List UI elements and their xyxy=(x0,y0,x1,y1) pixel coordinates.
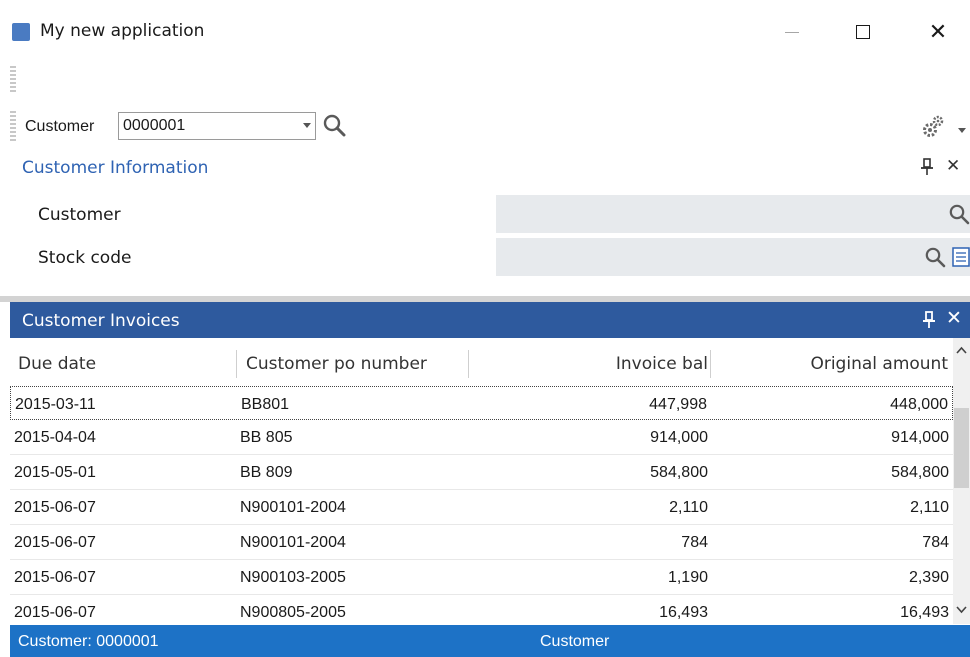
cell-po-number: N900103-2005 xyxy=(240,569,346,586)
stock-code-field-label: Stock code xyxy=(38,248,132,268)
close-button[interactable]: ✕ xyxy=(910,0,966,64)
maximize-button[interactable] xyxy=(835,0,891,64)
cell-po-number: N900805-2005 xyxy=(240,604,346,621)
search-icon[interactable] xyxy=(322,113,348,139)
cell-po-number: BB 805 xyxy=(240,429,293,446)
column-header-original-amount[interactable]: Original amount xyxy=(810,354,948,374)
search-icon[interactable] xyxy=(948,203,970,225)
invoice-grid-body: 2015-03-11 BB801 447,998 448,000 2015-04… xyxy=(10,386,953,630)
toolbar-grip[interactable] xyxy=(10,111,16,141)
cell-due-date: 2015-03-11 xyxy=(15,396,96,413)
vertical-scrollbar[interactable] xyxy=(953,338,970,624)
cell-invoice-bal: 784 xyxy=(681,534,708,551)
status-customer: Customer: 0000001 xyxy=(18,633,159,650)
cell-due-date: 2015-04-04 xyxy=(14,429,96,446)
cell-due-date: 2015-06-07 xyxy=(14,569,96,586)
column-divider[interactable] xyxy=(710,350,711,378)
scrollbar-thumb[interactable] xyxy=(954,408,969,488)
cell-invoice-bal: 914,000 xyxy=(650,429,708,446)
chevron-down-icon[interactable] xyxy=(303,123,311,128)
table-row[interactable]: 2015-05-01 BB 809 584,800 584,800 xyxy=(10,455,953,490)
cell-due-date: 2015-06-07 xyxy=(14,604,96,621)
column-divider[interactable] xyxy=(236,350,237,378)
table-row[interactable]: 2015-06-07 N900103-2005 1,190 2,390 xyxy=(10,560,953,595)
pin-icon[interactable] xyxy=(920,158,934,176)
cell-original-amount: 448,000 xyxy=(890,396,948,413)
settings-button[interactable] xyxy=(918,113,968,141)
cell-invoice-bal: 16,493 xyxy=(659,604,708,621)
cell-original-amount: 784 xyxy=(922,534,949,551)
customer-field-label: Customer xyxy=(38,205,121,225)
cell-invoice-bal: 2,110 xyxy=(669,499,708,516)
search-icon[interactable] xyxy=(924,246,946,268)
table-row[interactable]: 2015-04-04 BB 805 914,000 914,000 xyxy=(10,420,953,455)
gear-icon xyxy=(923,115,944,137)
close-icon: ✕ xyxy=(928,19,948,45)
app-icon xyxy=(12,23,30,41)
invoice-grid-header: Due date Customer po number Invoice bal … xyxy=(10,338,970,386)
customer-invoices-header: Customer Invoices ✕ xyxy=(10,302,970,338)
cell-original-amount: 584,800 xyxy=(891,464,949,481)
customer-input[interactable] xyxy=(119,113,287,139)
cell-po-number: BB801 xyxy=(241,396,290,413)
window-title: My new application xyxy=(40,21,205,41)
minimize-button[interactable] xyxy=(764,0,820,64)
close-icon[interactable]: ✕ xyxy=(946,307,962,329)
toolbar-grip[interactable] xyxy=(10,66,16,92)
cell-original-amount: 2,110 xyxy=(910,499,949,516)
stock-code-field[interactable] xyxy=(496,238,970,276)
cell-due-date: 2015-06-07 xyxy=(14,534,96,551)
cell-po-number: N900101-2004 xyxy=(240,499,346,516)
customer-selector-label: Customer xyxy=(25,118,95,135)
customer-invoices-title: Customer Invoices xyxy=(22,311,180,331)
status-bar: Customer: 0000001 Customer xyxy=(10,625,970,657)
customer-field[interactable] xyxy=(496,195,970,233)
column-divider[interactable] xyxy=(468,350,469,378)
cell-po-number: N900101-2004 xyxy=(240,534,346,551)
chevron-down-icon[interactable] xyxy=(956,606,967,614)
status-context: Customer xyxy=(540,633,610,650)
table-row[interactable]: 2015-06-07 N900101-2004 784 784 xyxy=(10,525,953,560)
customer-combobox[interactable] xyxy=(118,112,316,140)
customer-information-title: Customer Information xyxy=(22,158,209,178)
cell-original-amount: 2,390 xyxy=(908,569,949,586)
pin-icon[interactable] xyxy=(922,311,936,329)
cell-invoice-bal: 584,800 xyxy=(650,464,708,481)
cell-invoice-bal: 447,998 xyxy=(649,396,707,413)
chevron-down-icon xyxy=(958,128,966,133)
window-titlebar[interactable]: My new application ✕ xyxy=(0,0,970,64)
minimize-icon xyxy=(785,31,799,33)
column-header-due-date[interactable]: Due date xyxy=(18,354,96,374)
cell-invoice-bal: 1,190 xyxy=(667,569,708,586)
column-header-po-number[interactable]: Customer po number xyxy=(246,354,427,374)
chevron-up-icon[interactable] xyxy=(956,346,967,354)
cell-due-date: 2015-05-01 xyxy=(14,464,96,481)
cell-po-number: BB 809 xyxy=(240,464,293,481)
table-row[interactable]: 2015-06-07 N900101-2004 2,110 2,110 xyxy=(10,490,953,525)
close-icon[interactable]: ✕ xyxy=(946,156,960,176)
cell-original-amount: 914,000 xyxy=(891,429,949,446)
cell-due-date: 2015-06-07 xyxy=(14,499,96,516)
maximize-icon xyxy=(856,25,870,39)
table-row[interactable]: 2015-03-11 BB801 447,998 448,000 xyxy=(10,386,953,420)
list-icon[interactable] xyxy=(952,246,970,268)
cell-original-amount: 16,493 xyxy=(900,604,949,621)
column-header-invoice-bal[interactable]: Invoice bal xyxy=(616,354,708,374)
